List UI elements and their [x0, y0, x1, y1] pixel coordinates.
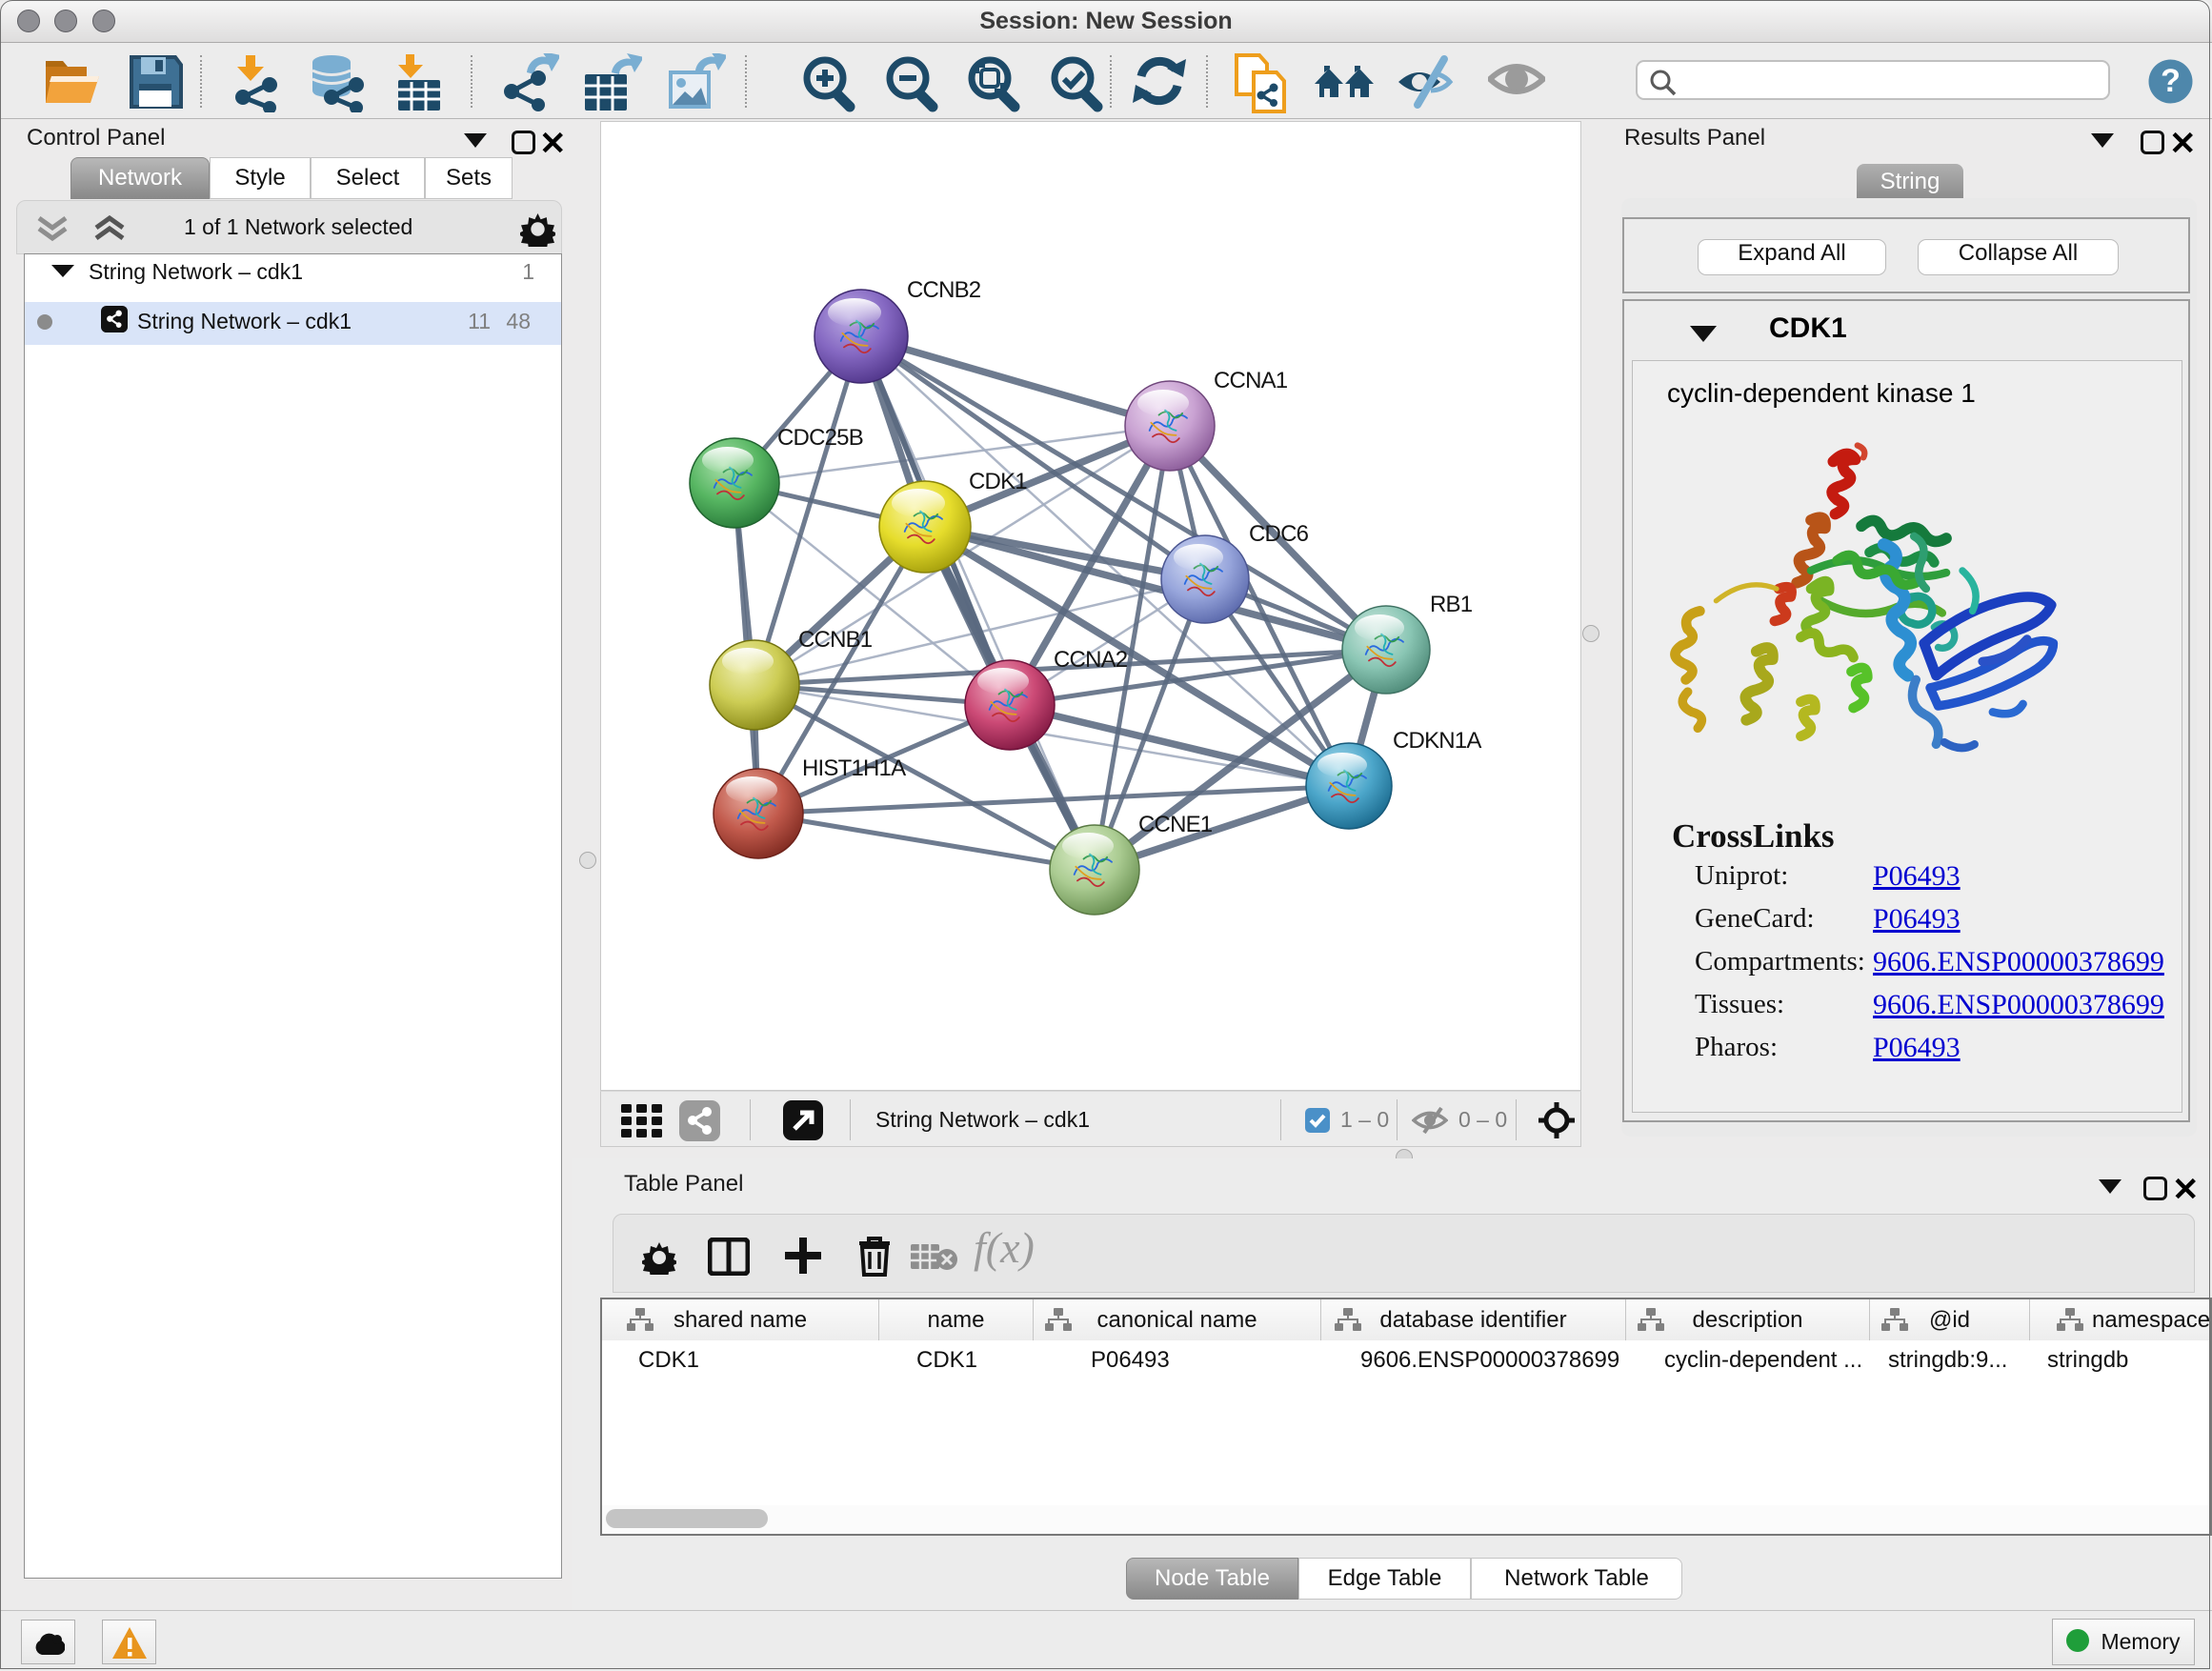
- svg-text:CCNB1: CCNB1: [798, 627, 873, 653]
- svg-text:CCNA1: CCNA1: [1214, 368, 1288, 393]
- svg-text:CDC6: CDC6: [1249, 521, 1309, 547]
- svg-text:RB1: RB1: [1430, 592, 1473, 617]
- svg-text:CCNA2: CCNA2: [1054, 647, 1128, 673]
- svg-text:CDK1: CDK1: [969, 469, 1027, 494]
- svg-text:HIST1H1A: HIST1H1A: [802, 755, 906, 781]
- svg-text:CCNB2: CCNB2: [907, 277, 981, 303]
- svg-text:CCNE1: CCNE1: [1138, 812, 1213, 837]
- svg-text:?: ?: [2161, 63, 2181, 99]
- svg-text:CDKN1A: CDKN1A: [1393, 728, 1481, 754]
- svg-text:CDC25B: CDC25B: [777, 425, 863, 451]
